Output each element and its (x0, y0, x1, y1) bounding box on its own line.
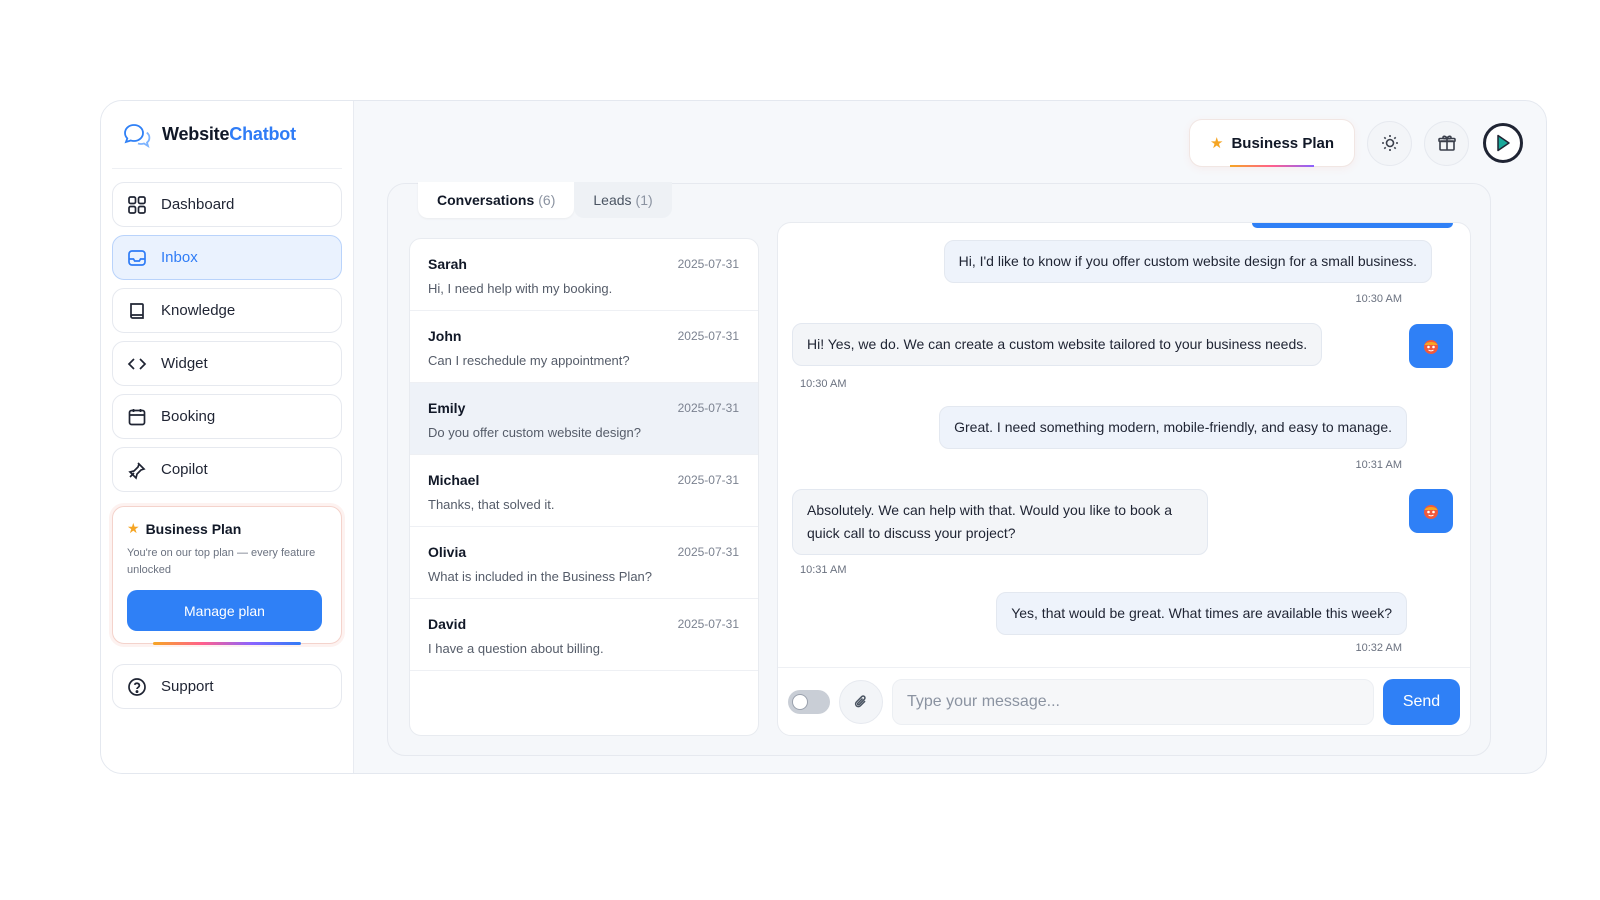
main-area: ★ Business Plan Conversations (6) Leads (354, 101, 1546, 773)
message-user: Hi, I'd like to know if you offer custom… (943, 240, 1432, 283)
brand-logo[interactable]: WebsiteChatbot (112, 101, 342, 169)
topbar: ★ Business Plan (1189, 119, 1523, 167)
bot-avatar (1409, 489, 1453, 533)
play-button[interactable] (1483, 123, 1523, 163)
inbox-icon (127, 248, 147, 268)
sidebar-item-label: Copilot (161, 461, 208, 478)
message-time: 10:32 AM (1355, 642, 1402, 654)
send-button[interactable]: Send (1383, 678, 1460, 725)
conversation-date: 2025-07-31 (677, 257, 739, 271)
star-icon: ★ (1210, 135, 1224, 152)
conversation-date: 2025-07-31 (677, 617, 739, 631)
conversation-preview: Can I reschedule my appointment? (428, 353, 630, 368)
code-icon (127, 354, 147, 374)
help-circle-icon (127, 677, 147, 697)
sidebar-item-support[interactable]: Support (112, 664, 342, 709)
conversation-preview: Hi, I need help with my booking. (428, 281, 613, 296)
conversation-date: 2025-07-31 (677, 329, 739, 343)
sidebar-item-widget[interactable]: Widget (112, 341, 342, 386)
chat-bubbles-icon (124, 123, 151, 148)
brand-name-part1: Website (162, 124, 230, 144)
star-icon: ★ (127, 520, 140, 536)
sidebar-item-label: Booking (161, 408, 216, 425)
book-icon (127, 301, 147, 321)
attach-button[interactable] (839, 679, 883, 724)
ai-toggle[interactable] (788, 689, 830, 714)
tab-label: Leads (593, 192, 632, 208)
conversation-date: 2025-07-31 (677, 473, 739, 487)
inbox-panel: Conversations (6) Leads (1) Sarah 2025-0… (387, 182, 1491, 756)
plan-card-title-text: Business Plan (145, 520, 242, 537)
tab-count: (1) (635, 192, 653, 208)
bot-face-icon (1424, 340, 1438, 354)
sun-icon (1381, 135, 1398, 151)
conversation-preview: Do you offer custom website design? (428, 425, 641, 440)
plan-badge-label: Business Plan (1231, 134, 1334, 152)
chat-window: Hi, I'd like to know if you offer custom… (777, 222, 1471, 736)
conversation-item-olivia[interactable]: Olivia 2025-07-31 What is included in th… (410, 527, 758, 599)
brand-name-part2: Chatbot (229, 124, 296, 144)
message-time: 10:30 AM (1355, 293, 1402, 305)
message-user: Yes, that would be great. What times are… (996, 592, 1407, 635)
sidebar-item-dashboard[interactable]: Dashboard (112, 182, 342, 227)
gift-icon (1437, 135, 1456, 151)
paperclip-icon (854, 694, 866, 707)
conversation-preview: What is included in the Business Plan? (428, 569, 653, 584)
sidebar-item-inbox[interactable]: Inbox (112, 235, 342, 280)
sidebar-item-booking[interactable]: Booking (112, 394, 342, 439)
tab-leads[interactable]: Leads (1) (574, 182, 672, 218)
message-time: 10:31 AM (1355, 459, 1402, 471)
calendar-icon (127, 407, 147, 427)
bot-face-icon (1424, 505, 1438, 519)
message-composer: Send (778, 667, 1470, 735)
manage-plan-button[interactable]: Manage plan (127, 590, 322, 631)
tab-conversations[interactable]: Conversations (6) (418, 182, 575, 218)
plan-card-title: ★ Business Plan (127, 520, 328, 537)
plan-badge-button[interactable]: ★ Business Plan (1189, 119, 1355, 167)
plan-card: ★ Business Plan You're on our top plan —… (112, 506, 342, 645)
conversation-date: 2025-07-31 (677, 401, 739, 415)
sidebar-item-label: Widget (161, 355, 208, 372)
conversation-preview: Thanks, that solved it. (428, 497, 555, 512)
brand-name: WebsiteChatbot (162, 124, 296, 145)
conversation-preview: I have a question about billing. (428, 641, 604, 656)
gift-button[interactable] (1424, 120, 1469, 166)
sidebar-item-label: Knowledge (161, 302, 236, 319)
message-input[interactable] (892, 678, 1374, 725)
conversation-item-emily[interactable]: Emily 2025-07-31 Do you offer custom web… (410, 383, 758, 455)
sidebar-item-knowledge[interactable]: Knowledge (112, 288, 342, 333)
previous-message-edge (1252, 223, 1453, 228)
app-window: WebsiteChatbot Dashboard Inbox Knowledge (100, 100, 1547, 774)
tab-count: (6) (538, 192, 556, 208)
tab-label: Conversations (437, 192, 535, 208)
conversation-item-sarah[interactable]: Sarah 2025-07-31 Hi, I need help with my… (410, 239, 758, 311)
play-icon (1497, 134, 1510, 152)
sidebar-item-label: Support (161, 678, 214, 695)
message-time: 10:31 AM (800, 564, 847, 576)
message-bot: Absolutely. We can help with that. Would… (792, 489, 1208, 555)
conversation-date: 2025-07-31 (677, 545, 739, 559)
plan-card-description: You're on our top plan — every feature u… (127, 547, 316, 576)
grid-icon (127, 195, 147, 215)
sidebar-item-label: Inbox (161, 249, 198, 266)
sidebar: WebsiteChatbot Dashboard Inbox Knowledge (101, 101, 354, 773)
theme-toggle-button[interactable] (1367, 120, 1412, 166)
pen-icon (127, 460, 147, 480)
bot-avatar (1409, 324, 1453, 368)
conversation-item-michael[interactable]: Michael 2025-07-31 Thanks, that solved i… (410, 455, 758, 527)
message-time: 10:30 AM (800, 378, 847, 390)
conversation-list: Sarah 2025-07-31 Hi, I need help with my… (409, 238, 759, 736)
conversation-item-david[interactable]: David 2025-07-31 I have a question about… (410, 599, 758, 671)
conversation-item-john[interactable]: John 2025-07-31 Can I reschedule my appo… (410, 311, 758, 383)
sidebar-item-label: Dashboard (161, 196, 235, 213)
inbox-tabs: Conversations (6) Leads (1) (418, 182, 672, 218)
message-bot: Hi! Yes, we do. We can create a custom w… (792, 323, 1323, 366)
message-user: Great. I need something modern, mobile-f… (939, 406, 1407, 449)
sidebar-item-copilot[interactable]: Copilot (112, 447, 342, 492)
